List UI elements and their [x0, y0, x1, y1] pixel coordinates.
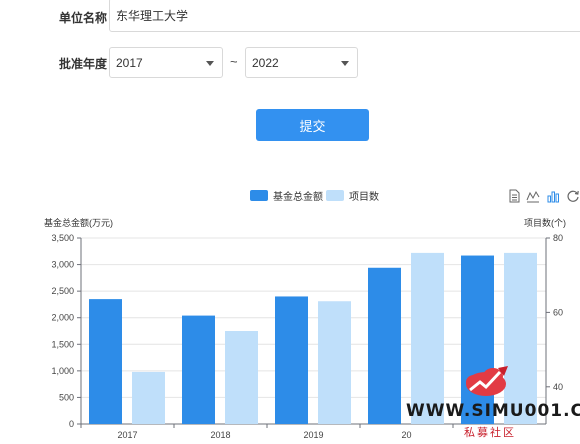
bar-projects	[132, 371, 165, 424]
watermark-logo-icon	[466, 366, 508, 396]
bar-projects	[318, 301, 351, 424]
x-tick-label: 2018	[210, 430, 230, 440]
y-tick-label-left: 2,500	[51, 286, 74, 296]
y-tick-label-left: 3,500	[51, 233, 74, 243]
y-tick-label-left: 0	[69, 419, 74, 429]
y-tick-label-left: 3,000	[51, 260, 74, 270]
y-tick-label-left: 2,000	[51, 313, 74, 323]
bar-funding	[275, 296, 308, 424]
bar-funding	[368, 267, 401, 424]
watermark-subtitle: 私募社区	[464, 427, 516, 439]
x-tick-label: 2017	[117, 430, 137, 440]
x-tick-label: 2019	[303, 430, 323, 440]
bar-projects	[225, 331, 258, 424]
bar-funding	[89, 299, 122, 424]
y-tick-label-right: 60	[553, 307, 563, 317]
watermark: WWW.SIMU001.CN 私募社区	[402, 360, 580, 444]
watermark-text: WWW.SIMU001.CN	[406, 401, 580, 421]
y-tick-label-right: 80	[553, 233, 563, 243]
bar-funding	[182, 315, 215, 424]
y-tick-label-left: 1,000	[51, 366, 74, 376]
y-tick-label-left: 1,500	[51, 339, 74, 349]
y-tick-label-left: 500	[59, 392, 74, 402]
